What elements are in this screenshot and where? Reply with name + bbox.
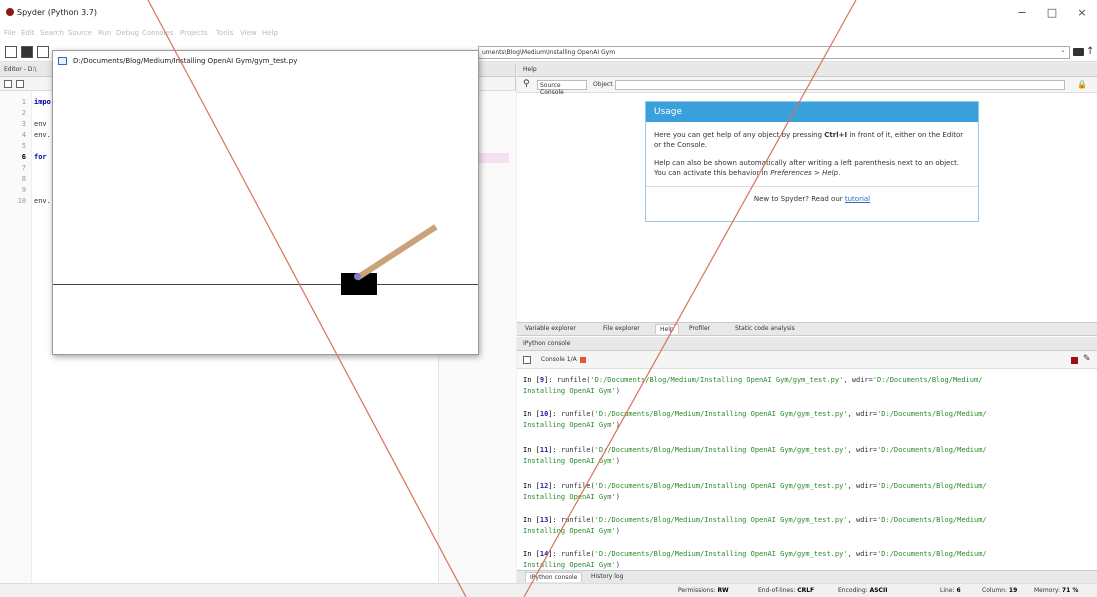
folder-icon[interactable] (1073, 48, 1084, 56)
menu-file[interactable]: File (4, 29, 16, 37)
help-toolbar: ⚲ Source Console Object 🔒 (517, 77, 1097, 96)
spyder-logo-icon (6, 8, 14, 16)
code-line[interactable]: env (34, 120, 47, 128)
title-bar: Spyder (Python 3.7) − □ × (0, 0, 1097, 24)
occurrence-highlight (476, 153, 509, 163)
new-tab-icon[interactable] (16, 80, 24, 88)
console-bottom-tabs: IPython console History log (517, 570, 1097, 583)
save-icon[interactable] (37, 46, 49, 58)
usage-paragraph-2: Help can also be shown automatically aft… (654, 159, 960, 177)
menu-debug[interactable]: Debug (116, 29, 139, 37)
line-number: 5 (21, 142, 26, 150)
line-number: 2 (21, 109, 26, 117)
cartpole-pole (355, 224, 438, 281)
menu-edit[interactable]: Edit (21, 29, 35, 37)
maximize-button[interactable]: □ (1040, 6, 1064, 20)
tutorial-link[interactable]: tutorial (845, 195, 870, 203)
console-entry[interactable]: In [13]: runfile('D:/Documents/Blog/Medi… (523, 515, 1091, 537)
status-permissions: Permissions: RW (678, 587, 729, 594)
help-pane-header: Help (517, 63, 1097, 77)
help-pane-tabs: Variable explorer File explorer Help Pro… (517, 322, 1097, 336)
clear-icon[interactable]: ✎ (1083, 354, 1091, 364)
console-tab[interactable]: Console 1/A (541, 356, 586, 363)
menu-consoles[interactable]: Consoles (142, 29, 173, 37)
line-number: 9 (21, 186, 26, 194)
tab-file-explorer[interactable]: File explorer (603, 325, 640, 332)
status-bar: Permissions: RW End-of-lines: CRLF Encod… (0, 583, 1097, 597)
line-number: 10 (17, 197, 26, 205)
code-line[interactable]: impo (34, 98, 51, 106)
window-title: Spyder (Python 3.7) (17, 8, 97, 17)
tab-static-code-analysis[interactable]: Static code analysis (735, 325, 795, 332)
console-entry[interactable]: In [11]: runfile('D:/Documents/Blog/Medi… (523, 445, 1091, 467)
lock-icon[interactable]: 🔒 (1077, 80, 1087, 89)
code-line[interactable]: env. (34, 131, 51, 139)
console-entry[interactable]: In [14]: runfile('D:/Documents/Blog/Medi… (523, 549, 1091, 571)
browse-consoles-icon[interactable] (523, 356, 531, 364)
usage-title: Usage (646, 102, 978, 122)
close-console-icon[interactable] (579, 356, 586, 363)
menu-view[interactable]: View (240, 29, 257, 37)
close-button[interactable]: × (1070, 6, 1094, 20)
source-select[interactable]: Source Console (537, 80, 587, 96)
line-number: 3 (21, 120, 26, 128)
help-pane-title: Help (523, 66, 537, 73)
ipython-console-pane: IPython console Console 1/A ✎ In [9]: ru… (517, 337, 1097, 583)
console-entry[interactable]: In [9]: runfile('D:/Documents/Blog/Mediu… (523, 375, 1091, 397)
usage-box: Usage Here you can get help of any objec… (645, 101, 979, 222)
usage-paragraph-1: Here you can get help of any object by p… (654, 131, 964, 149)
status-column: Column: 19 (982, 587, 1018, 594)
cartpole-axle (354, 273, 361, 280)
status-line: Line: 6 (940, 587, 961, 594)
menu-search[interactable]: Search (40, 29, 64, 37)
menu-tools[interactable]: Tools (216, 29, 233, 37)
code-line[interactable]: for (34, 153, 47, 161)
new-file-icon[interactable] (5, 46, 17, 58)
status-encoding: Encoding: ASCII (838, 587, 888, 594)
arrow-up-icon[interactable]: ↑ (1086, 46, 1094, 57)
gym-window-titlebar[interactable]: D:/Documents/Blog/Medium/Installing Open… (53, 51, 478, 71)
console-pane-title: IPython console (523, 340, 571, 347)
gym-render-window[interactable]: D:/Documents/Blog/Medium/Installing Open… (52, 50, 479, 355)
menu-projects[interactable]: Projects (180, 29, 208, 37)
console-entry[interactable]: In [10]: runfile('D:/Documents/Blog/Medi… (523, 409, 1091, 431)
menu-run[interactable]: Run (98, 29, 111, 37)
editor-title: Editor - D:\ (4, 66, 37, 73)
help-pane: Help ⚲ Source Console Object 🔒 Usage Her… (517, 63, 1097, 340)
browse-tabs-icon[interactable] (4, 80, 12, 88)
minimize-button[interactable]: − (1010, 6, 1034, 20)
object-input[interactable] (615, 80, 1065, 90)
console-entry[interactable]: In [12]: runfile('D:/Documents/Blog/Medi… (523, 481, 1091, 503)
tab-ipython-console[interactable]: IPython console (525, 572, 583, 582)
line-number: 4 (21, 131, 26, 139)
search-icon[interactable]: ⚲ (523, 79, 530, 89)
tab-profiler[interactable]: Profiler (689, 325, 710, 332)
usage-footer: New to Spyder? Read our tutorial (646, 186, 978, 203)
status-eol: End-of-lines: CRLF (758, 587, 815, 594)
window-icon (58, 57, 67, 65)
code-line[interactable]: env. (34, 197, 51, 205)
console-pane-header: IPython console (517, 337, 1097, 351)
line-number: 7 (21, 164, 26, 172)
tab-history-log[interactable]: History log (591, 573, 623, 580)
stop-icon[interactable] (1071, 357, 1078, 364)
menu-source[interactable]: Source (68, 29, 92, 37)
working-directory-input[interactable]: uments\Blog\Medium\Installing OpenAI Gym (478, 46, 1070, 59)
menu-bar: File Edit Search Source Run Debug Consol… (0, 24, 1097, 42)
menu-help[interactable]: Help (262, 29, 278, 37)
line-number: 8 (21, 175, 26, 183)
tab-help[interactable]: Help (655, 324, 679, 334)
gym-window-title: D:/Documents/Blog/Medium/Installing Open… (73, 57, 298, 65)
line-number-gutter: 1 2 3 4 5 6 7 8 9 10 (0, 91, 32, 591)
chevron-down-icon[interactable]: ⌄ (1060, 46, 1066, 54)
tab-variable-explorer[interactable]: Variable explorer (525, 325, 576, 332)
cartpole-track (53, 284, 478, 285)
object-label: Object (593, 81, 613, 88)
status-memory: Memory: 71 % (1034, 587, 1079, 594)
open-file-icon[interactable] (21, 46, 33, 58)
line-number-current: 6 (21, 153, 26, 161)
console-tab-bar: Console 1/A ✎ (517, 351, 1097, 369)
line-number: 1 (21, 98, 26, 106)
